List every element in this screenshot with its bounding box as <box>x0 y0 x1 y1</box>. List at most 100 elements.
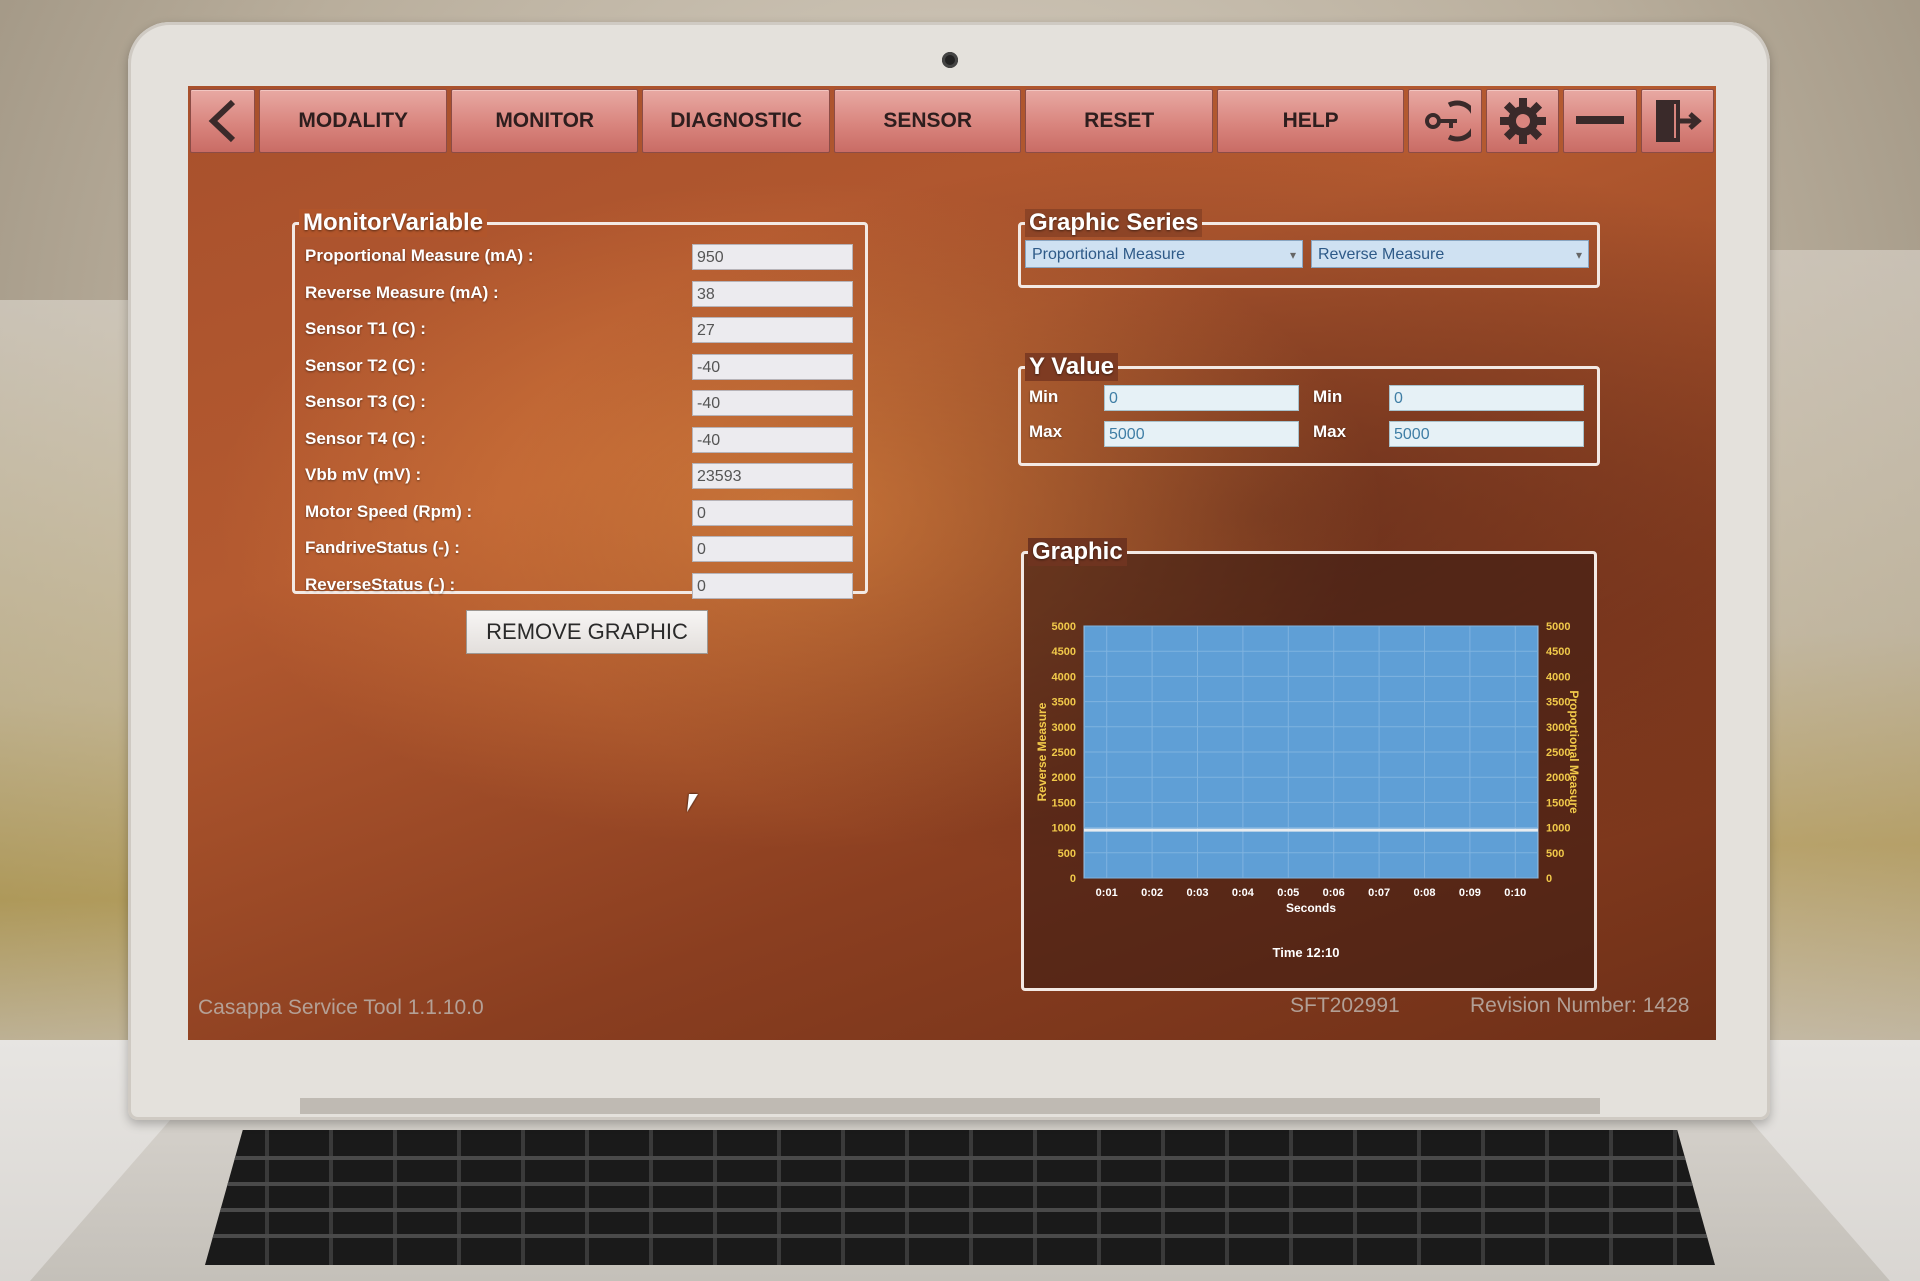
chart-y-tick-right: 5000 <box>1546 621 1570 633</box>
help-button[interactable]: HELP <box>1216 89 1405 153</box>
monitor-variable-row: Motor Speed (Rpm) : 0 <box>295 498 855 534</box>
chart-y-tick-left: 2000 <box>1052 772 1076 784</box>
exit-button[interactable] <box>1640 89 1715 153</box>
chart-y-tick-right: 4000 <box>1546 671 1570 683</box>
graphic-series-title: Graphic Series <box>1025 209 1203 237</box>
chart-y-tick-right: 1000 <box>1546 823 1570 835</box>
monitor-variable-value-field[interactable]: 0 <box>692 499 853 526</box>
laptop-hinge <box>300 1098 1600 1114</box>
monitor-variable-row: Reverse Measure (mA) : 38 <box>295 279 855 315</box>
left-max-input[interactable]: 5000 <box>1104 421 1299 447</box>
monitor-variable-label: Vbb mV (mV) : <box>305 465 422 484</box>
chart-y-tick-right: 0 <box>1546 873 1552 885</box>
monitor-variable-row: FandriveStatus (-) : 0 <box>295 534 855 570</box>
sensor-button[interactable]: SENSOR <box>833 89 1022 153</box>
right-max-input[interactable]: 5000 <box>1389 421 1584 447</box>
monitor-variable-value-field[interactable]: 23593 <box>692 463 853 489</box>
monitor-variable-value-field[interactable]: -40 <box>692 390 853 416</box>
reset-button[interactable]: RESET <box>1025 89 1213 153</box>
chart-y-tick-right: 500 <box>1546 848 1564 860</box>
app-screen: MODALITY MONITOR DIAGNOSTIC SENSOR RESET… <box>188 86 1716 1040</box>
chart-y-tick-left: 5000 <box>1052 621 1076 633</box>
monitor-variable-value-field[interactable]: -40 <box>692 426 853 453</box>
diagnostic-button[interactable]: DIAGNOSTIC <box>642 89 830 153</box>
chart-x-tick: 0:02 <box>1141 887 1163 899</box>
monitor-variable-label: Sensor T1 (C) : <box>305 319 426 338</box>
monitor-chart: 0 0 500 500 1000 1000 1500 1500 2000 2000 2500 2500… <box>1035 621 1581 915</box>
monitor-variable-value-field[interactable]: 950 <box>692 244 853 270</box>
minimize-button[interactable] <box>1563 89 1637 153</box>
chart-x-tick: 0:03 <box>1186 887 1208 899</box>
left-min-label: Min <box>1029 387 1059 406</box>
chart-y-tick-left: 4500 <box>1052 646 1076 658</box>
left-max-label: Max <box>1029 422 1063 441</box>
chart-x-axis-label: Seconds <box>1286 901 1336 915</box>
chart-y-axis-label-left: Reverse Measure <box>1035 702 1049 801</box>
monitor-variable-value-field[interactable]: 38 <box>692 280 853 307</box>
chart-x-tick: 0:05 <box>1277 887 1299 899</box>
back-button[interactable] <box>190 89 256 153</box>
monitor-variable-value-field[interactable]: 27 <box>692 317 853 343</box>
chevron-left-icon <box>208 99 235 143</box>
series1-value: Proportional Measure <box>1032 246 1185 263</box>
chevron-down-icon: ▾ <box>1575 248 1582 262</box>
chart-y-tick-left: 3000 <box>1052 722 1076 734</box>
y-value-title: Y Value <box>1025 353 1118 381</box>
chart-y-tick-right: 1500 <box>1546 797 1570 809</box>
chart-x-tick: 0:04 <box>1232 887 1255 899</box>
right-max-label: Max <box>1313 422 1347 441</box>
minimize-icon <box>1575 116 1624 124</box>
serial-number: SFT202991 <box>1290 994 1400 1017</box>
mouse-cursor <box>687 794 698 812</box>
chart-y-tick-right: 2500 <box>1546 747 1570 759</box>
chevron-down-icon: ▾ <box>1289 248 1296 262</box>
monitor-variable-title: MonitorVariable <box>299 209 488 237</box>
chart-y-tick-left: 4000 <box>1052 671 1076 683</box>
exit-door-icon <box>1656 100 1703 142</box>
monitor-variable-row: Sensor T2 (C) : -40 <box>295 352 855 388</box>
chart-y-tick-left: 0 <box>1070 873 1076 885</box>
chart-x-tick: 0:07 <box>1368 887 1390 899</box>
settings-button[interactable] <box>1485 89 1560 153</box>
chart-y-axis-label-right: Proportional Measure <box>1567 690 1581 814</box>
key-login-icon <box>1425 100 1472 142</box>
monitor-variable-value-field[interactable]: -40 <box>692 353 853 380</box>
monitor-variable-row: Vbb mV (mV) : 23593 <box>295 461 855 497</box>
monitor-variable-list: Proportional Measure (mA) : 950 Reverse Me… <box>295 242 865 599</box>
series1-select[interactable]: Proportional Measure ▾ <box>1025 240 1303 268</box>
remove-graphic-button[interactable]: REMOVE GRAPHIC <box>466 610 708 654</box>
top-toolbar: MODALITY MONITOR DIAGNOSTIC SENSOR RESET… <box>188 86 1716 154</box>
monitor-variable-label: Sensor T2 (C) : <box>305 355 426 375</box>
chart-y-tick-right: 4500 <box>1546 646 1570 658</box>
chart-y-tick-left: 3500 <box>1052 697 1076 709</box>
graphic-series-panel: Graphic Series Proportional Measure ▾ Re… <box>1018 209 1600 288</box>
monitor-button[interactable]: MONITOR <box>450 89 639 153</box>
chart-x-tick: 0:08 <box>1413 887 1435 899</box>
chart-x-tick: 0:01 <box>1096 887 1118 899</box>
graphic-panel: Graphic 0 0 500 500 1000 1000 1500 1500 2000 2000… <box>1021 538 1597 991</box>
monitor-variable-label: FandriveStatus (-) : <box>305 538 460 557</box>
webcam <box>942 52 958 68</box>
chart-y-tick-left: 1500 <box>1052 797 1076 809</box>
chart-y-tick-left: 500 <box>1058 848 1076 860</box>
chart-y-tick-left: 2500 <box>1052 747 1076 759</box>
laptop-keyboard <box>205 1130 1715 1265</box>
monitor-variable-value-field[interactable]: 0 <box>692 572 853 599</box>
monitor-variable-row: Sensor T4 (C) : -40 <box>295 425 855 461</box>
monitor-variable-value-field[interactable]: 0 <box>692 536 853 562</box>
chart-y-tick-right: 3500 <box>1546 697 1570 709</box>
chart-y-tick-right: 3000 <box>1546 722 1570 734</box>
chart-x-tick: 0:09 <box>1459 887 1481 899</box>
chart-y-tick-right: 2000 <box>1546 772 1570 784</box>
right-min-input[interactable]: 0 <box>1389 385 1584 411</box>
left-min-input[interactable]: 0 <box>1104 385 1299 411</box>
monitor-variable-label: Motor Speed (Rpm) : <box>305 501 473 521</box>
monitor-variable-row: ReverseStatus (-) : 0 <box>295 571 855 607</box>
monitor-variable-label: Proportional Measure (mA) : <box>305 246 534 265</box>
gear-icon <box>1499 98 1546 144</box>
app-version: Casappa Service Tool 1.1.10.0 <box>198 996 484 1019</box>
modality-button[interactable]: MODALITY <box>259 89 447 153</box>
series2-select[interactable]: Reverse Measure ▾ <box>1311 240 1589 268</box>
login-button[interactable] <box>1408 89 1482 153</box>
monitor-variable-label: Sensor T3 (C) : <box>305 392 426 411</box>
